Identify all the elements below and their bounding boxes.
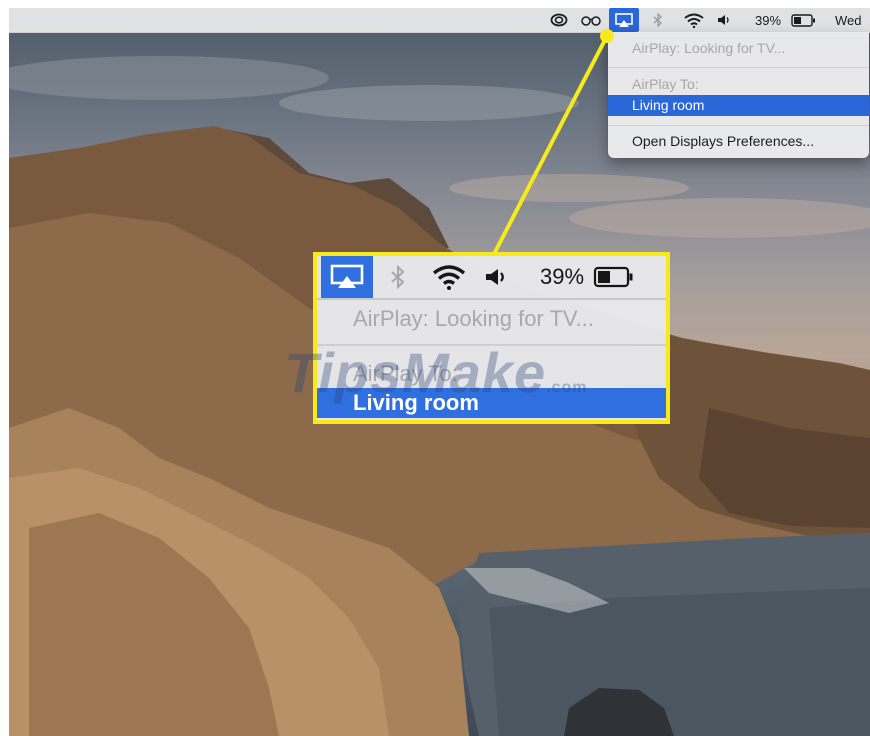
airplay-to-header: AirPlay To: xyxy=(632,76,699,92)
battery-percent: 39% xyxy=(535,256,589,298)
wifi-glyph xyxy=(432,265,466,290)
battery-percent-label: 39% xyxy=(754,12,782,28)
speaker-glyph xyxy=(718,15,729,25)
callout-airplay-status: AirPlay: Looking for TV... xyxy=(353,306,594,331)
glasses-glyph xyxy=(581,16,601,26)
creative-cloud-icon[interactable] xyxy=(547,8,571,32)
reading-glasses-icon[interactable] xyxy=(578,8,604,32)
speaker-glyph xyxy=(486,269,504,285)
watermark: TipsMake.com xyxy=(284,340,588,405)
bluetooth-glyph xyxy=(391,265,405,289)
callout-battery-percent-label: 39% xyxy=(539,264,585,289)
callout-airplay-button xyxy=(321,256,373,298)
callout-menu-bar: 39% xyxy=(317,256,666,300)
creative-cloud-glyph xyxy=(550,13,568,27)
battery-icon[interactable] xyxy=(789,8,819,32)
bluetooth-icon xyxy=(385,256,411,298)
airplay-menu-button[interactable] xyxy=(609,8,639,32)
battery-glyph xyxy=(791,13,815,27)
volume-icon[interactable] xyxy=(714,8,734,32)
menu-bar: 39% Wed xyxy=(9,8,870,33)
wifi-icon[interactable] xyxy=(682,8,706,32)
airplay-status-item: AirPlay: Looking for TV... xyxy=(632,40,786,56)
watermark-text: TipsMake xyxy=(284,341,547,404)
battery-glyph xyxy=(593,266,633,288)
battery-icon xyxy=(591,256,637,298)
living-room-item[interactable]: Living room xyxy=(608,95,869,116)
clock-label: Wed xyxy=(835,12,862,28)
bluetooth-glyph xyxy=(653,13,662,27)
clock[interactable]: Wed xyxy=(835,8,870,32)
wifi-glyph xyxy=(684,13,704,28)
menu-separator xyxy=(608,67,869,68)
menu-separator xyxy=(608,125,869,126)
bluetooth-icon[interactable] xyxy=(649,8,667,32)
battery-percent[interactable]: 39% xyxy=(749,8,787,32)
airplay-icon xyxy=(615,12,633,27)
airplay-dropdown-menu: AirPlay: Looking for TV... AirPlay To: L… xyxy=(608,32,869,158)
volume-icon xyxy=(483,256,511,298)
open-displays-preferences-item[interactable]: Open Displays Preferences... xyxy=(608,131,869,151)
watermark-suffix: .com xyxy=(546,379,588,396)
airplay-icon xyxy=(330,264,364,288)
wifi-icon xyxy=(429,256,469,298)
screenshot-frame: 39% Wed AirPlay: Looking for TV... AirPl… xyxy=(0,0,870,736)
